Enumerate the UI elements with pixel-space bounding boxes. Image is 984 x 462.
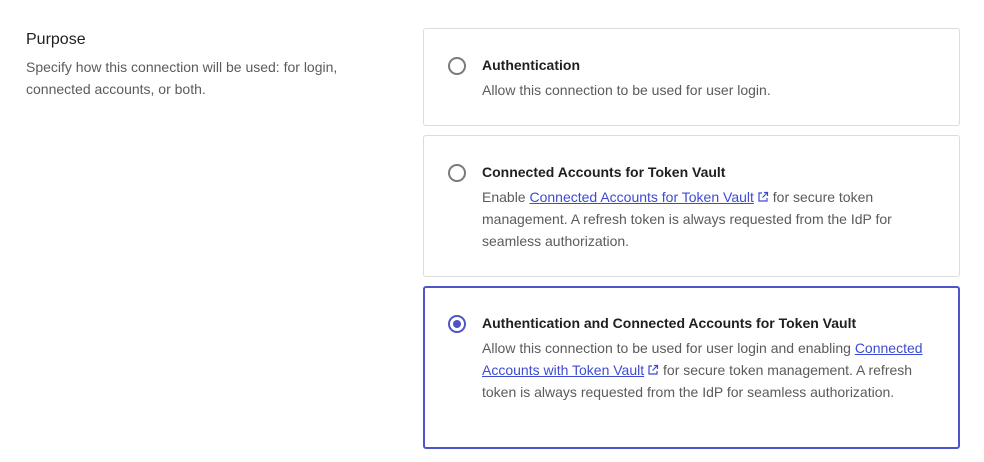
option-connected-accounts[interactable]: Connected Accounts for Token Vault Enabl…: [423, 135, 960, 277]
purpose-intro: Purpose Specify how this connection will…: [26, 30, 386, 100]
option-text: Authentication and Connected Accounts fo…: [482, 313, 942, 403]
external-link-icon[interactable]: [757, 191, 769, 203]
option-description: Allow this connection to be used for use…: [482, 82, 771, 98]
purpose-options: Authentication Allow this connection to …: [423, 28, 960, 458]
radio-authentication[interactable]: [448, 57, 466, 75]
purpose-description: Specify how this connection will be used…: [26, 59, 338, 97]
desc-prefix: Enable: [482, 189, 530, 205]
radio-authentication-and-connected-accounts[interactable]: [448, 315, 466, 333]
radio-connected-accounts[interactable]: [448, 164, 466, 182]
option-authentication[interactable]: Authentication Allow this connection to …: [423, 28, 960, 126]
external-link-icon[interactable]: [647, 364, 659, 376]
option-authentication-and-connected-accounts[interactable]: Authentication and Connected Accounts fo…: [423, 286, 960, 449]
option-description: Allow this connection to be used for use…: [482, 337, 942, 403]
option-description: Enable Connected Accounts for Token Vaul…: [482, 186, 942, 252]
desc-prefix: Allow this connection to be used for use…: [482, 340, 855, 356]
connected-accounts-link[interactable]: Connected Accounts for Token Vault: [529, 189, 753, 205]
purpose-section: Purpose Specify how this connection will…: [0, 0, 984, 462]
option-title: Connected Accounts for Token Vault: [482, 164, 726, 180]
option-text: Connected Accounts for Token Vault Enabl…: [482, 162, 942, 252]
option-text: Authentication Allow this connection to …: [482, 55, 942, 101]
option-title: Authentication: [482, 57, 580, 73]
purpose-title: Purpose: [26, 31, 86, 48]
option-title: Authentication and Connected Accounts fo…: [482, 315, 857, 331]
